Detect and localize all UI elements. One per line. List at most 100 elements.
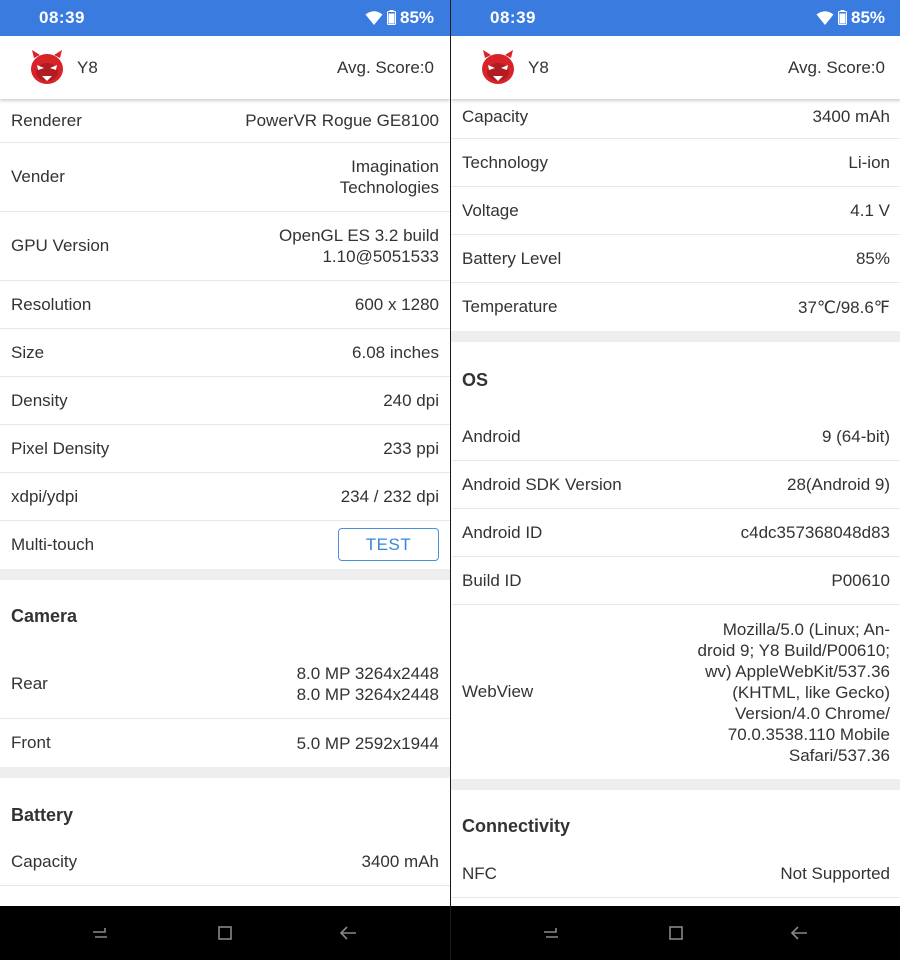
app-header: Y8 Avg. Score:0: [0, 36, 450, 99]
section-divider: [451, 779, 900, 790]
info-row-pixel-density: Pixel Density 233 ppi: [0, 425, 450, 473]
recent-apps-icon[interactable]: [541, 923, 561, 943]
row-value: 5.0 MP 2592x1944: [296, 733, 439, 753]
row-label: NFC: [462, 863, 497, 883]
navigation-bar: [451, 906, 900, 960]
status-time: 08:39: [490, 8, 536, 27]
recent-apps-icon[interactable]: [90, 923, 110, 943]
info-row-webview: WebView Mozilla/5.0 (Linux; An- droid 9;…: [451, 605, 900, 779]
section-header-connectivity: Connectivity: [451, 790, 900, 850]
row-label: Battery Level: [462, 248, 562, 268]
antutu-logo-icon[interactable]: [28, 48, 66, 86]
row-label: Renderer: [11, 110, 82, 130]
section-divider: [0, 569, 450, 580]
info-row-size: Size 6.08 inches: [0, 329, 450, 377]
row-value: 28(Android 9): [786, 475, 890, 494]
info-row-multitouch: Multi-touch TEST: [0, 521, 450, 569]
navigation-bar: [0, 906, 450, 960]
section-divider: [0, 767, 450, 778]
row-label: Android SDK Version: [462, 474, 622, 494]
section-title: Camera: [11, 606, 78, 626]
row-label: Build ID: [462, 570, 522, 590]
row-value: 6.08 inches: [352, 343, 439, 362]
row-label: Pixel Density: [11, 438, 110, 458]
info-row-android-id: Android ID c4dc357368048d83: [451, 509, 900, 557]
row-value: Li-ion: [848, 153, 890, 172]
avg-score: Avg. Score:0: [336, 58, 434, 77]
info-row-vender: Vender Imagination Technologies: [0, 143, 450, 212]
row-value: P00610: [831, 571, 890, 590]
device-info-list[interactable]: Capacity 3400 mAh Technology Li-ion Volt…: [451, 99, 900, 906]
info-row-capacity: Capacity 3400 mAh: [0, 838, 450, 886]
battery-icon: [838, 10, 847, 25]
battery-percent: 85%: [400, 8, 435, 27]
row-label: Android ID: [462, 522, 543, 542]
section-divider: [451, 331, 900, 342]
info-row-capacity: Capacity 3400 mAh: [451, 99, 900, 139]
row-label: Resolution: [11, 294, 92, 314]
status-bar: 08:39 85%: [0, 0, 450, 36]
info-row-density: Density 240 dpi: [0, 377, 450, 425]
left-screen: 08:39 85% Y8 Avg. Score:0 Renderer Power…: [0, 0, 450, 960]
row-label: Technology: [462, 152, 549, 172]
info-row-android: Android 9 (64-bit): [451, 413, 900, 461]
info-row-battery-level: Battery Level 85%: [451, 235, 900, 283]
row-label: GPU Version: [11, 236, 110, 255]
info-row-xdpi-ydpi: xdpi/ydpi 234 / 232 dpi: [0, 473, 450, 521]
device-model: Y8: [528, 58, 549, 77]
row-label: Temperature: [462, 297, 558, 316]
status-bar: 08:39 85%: [451, 0, 900, 36]
multitouch-test-button[interactable]: TEST: [338, 528, 439, 561]
antutu-logo-icon[interactable]: [479, 48, 517, 86]
back-icon[interactable]: [789, 923, 809, 943]
section-title: OS: [462, 370, 489, 390]
device-model: Y8: [77, 58, 98, 77]
wifi-icon: [816, 11, 834, 25]
info-row-nfc: NFC Not Supported: [451, 850, 900, 898]
row-value: 9 (64-bit): [821, 427, 890, 446]
info-row-build-id: Build ID P00610: [451, 557, 900, 605]
avg-score: Avg. Score:0: [787, 58, 885, 77]
row-label: Front: [11, 733, 51, 752]
battery-percent: 85%: [851, 8, 886, 27]
section-header-battery: Battery: [0, 778, 450, 838]
row-value: Imagination Technologies: [339, 157, 439, 197]
row-value: Not Supported: [780, 864, 890, 883]
row-label: Voltage: [462, 200, 519, 220]
row-label: Rear: [11, 673, 48, 693]
row-value: 3400 mAh: [812, 107, 891, 126]
info-row-technology: Technology Li-ion: [451, 139, 900, 187]
row-value: PowerVR Rogue GE8100: [245, 111, 439, 130]
row-value: 8.0 MP 3264x2448 8.0 MP 3264x2448: [296, 663, 439, 704]
row-value: OpenGL ES 3.2 build 1.10@5051533: [278, 226, 439, 266]
section-header-camera: Camera: [0, 580, 450, 649]
info-row-gpu-version: GPU Version OpenGL ES 3.2 build 1.10@505…: [0, 212, 450, 281]
status-time: 08:39: [39, 8, 85, 27]
info-row-temperature: Temperature 37℃/98.6℉: [451, 283, 900, 331]
row-value: 85%: [855, 249, 890, 268]
row-value: Mozilla/5.0 (Linux; An- droid 9; Y8 Buil…: [697, 619, 891, 765]
row-label: Size: [11, 342, 45, 362]
app-header: Y8 Avg. Score:0: [451, 36, 900, 99]
info-row-resolution: Resolution 600 x 1280: [0, 281, 450, 329]
row-value: 233 ppi: [383, 439, 439, 458]
back-icon[interactable]: [338, 923, 358, 943]
row-label: Multi-touch: [11, 535, 95, 554]
row-label: Capacity: [462, 106, 529, 126]
row-value: 37℃/98.6℉: [798, 297, 890, 317]
device-info-list[interactable]: Renderer PowerVR Rogue GE8100 Vender Ima…: [0, 99, 450, 906]
row-label: Android: [462, 426, 521, 446]
wifi-icon: [365, 11, 383, 25]
battery-icon: [387, 10, 396, 25]
row-label: xdpi/ydpi: [11, 486, 79, 506]
row-value: 600 x 1280: [354, 295, 439, 314]
row-label: Density: [11, 390, 68, 410]
info-row-sdk-version: Android SDK Version 28(Android 9): [451, 461, 900, 509]
info-row-rear-camera: Rear 8.0 MP 3264x2448 8.0 MP 3264x2448: [0, 649, 450, 719]
home-icon[interactable]: [666, 923, 686, 943]
row-value: 3400 mAh: [361, 852, 440, 871]
row-label: Vender: [11, 167, 65, 186]
section-title: Battery: [11, 805, 74, 825]
row-value: c4dc357368048d83: [740, 523, 890, 542]
home-icon[interactable]: [215, 923, 235, 943]
